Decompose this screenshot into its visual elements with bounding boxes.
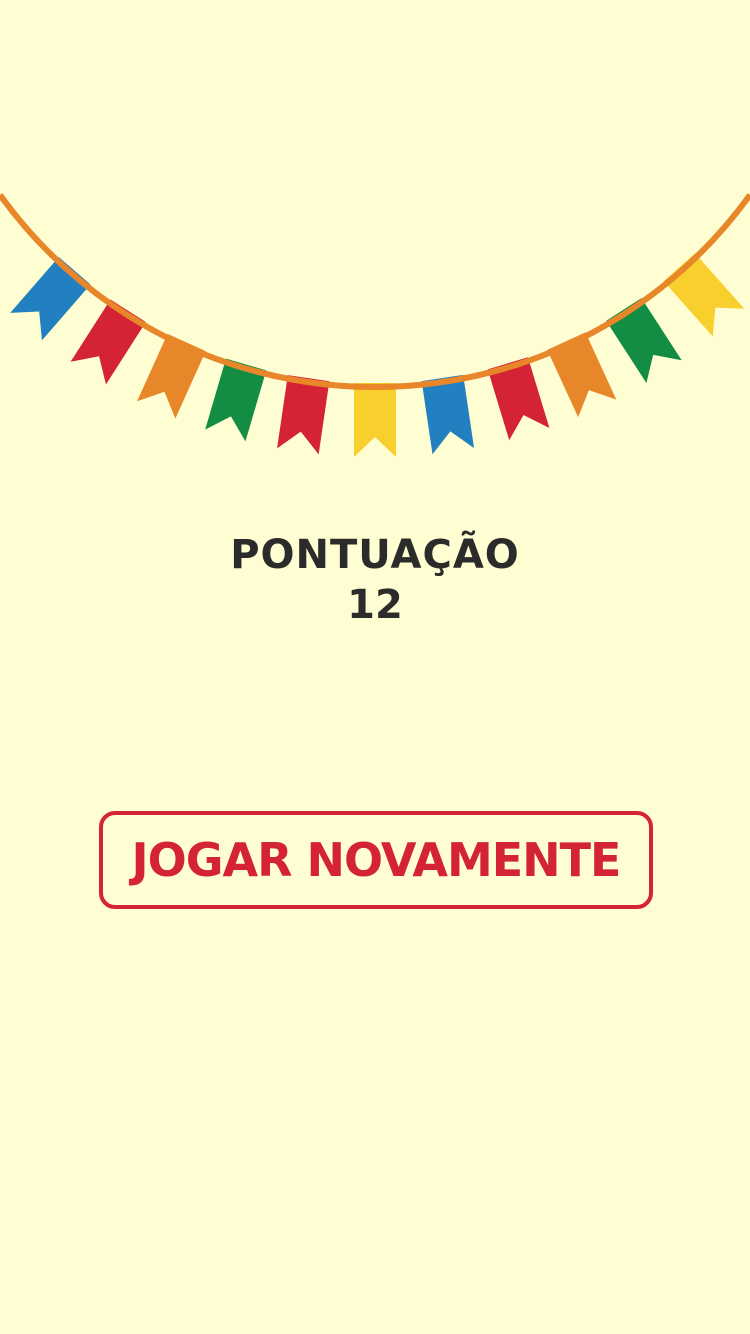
bunting-decoration (0, 193, 750, 457)
score-value: 12 (347, 582, 403, 628)
bunting-flag (70, 299, 146, 385)
score-label: PONTUAÇÃO (230, 532, 520, 578)
bunting-flag (547, 332, 617, 418)
bunting-flag (606, 298, 682, 384)
bunting-flag (137, 333, 206, 419)
bunting-flag (354, 383, 396, 457)
bunting-flag (10, 256, 91, 341)
play-again-button[interactable]: JOGAR NOVAMENTE (99, 811, 653, 909)
bunting-flag (663, 253, 745, 337)
